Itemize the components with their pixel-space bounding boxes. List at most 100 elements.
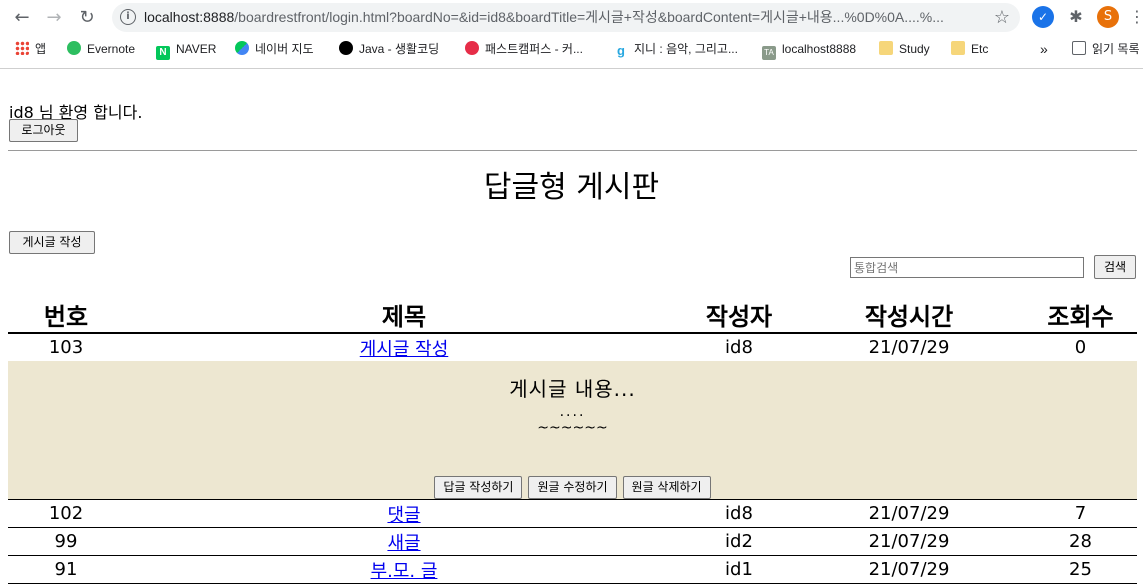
bookmark-label: 패스트캠퍼스 - 커... bbox=[485, 42, 583, 56]
bookmark-label: Java - 생활코딩 bbox=[359, 42, 440, 56]
browser-toolbar: ← → ↻ i localhost:8888/boardrestfront/lo… bbox=[0, 0, 1143, 36]
profile-avatar[interactable]: S bbox=[1097, 6, 1119, 28]
post-author: id2 bbox=[684, 527, 794, 556]
post-detail-row: 게시글 내용... .... ~~~~~~ 답글 작성하기 원글 수정하기 원글… bbox=[8, 361, 1137, 500]
bookmark-folder-study[interactable]: Study bbox=[879, 40, 930, 58]
extensions-puzzle-icon[interactable]: ✱ bbox=[1065, 6, 1087, 28]
naver-icon: N bbox=[156, 46, 170, 60]
column-header-views: 조회수 bbox=[1024, 296, 1137, 334]
post-views: 0 bbox=[1074, 337, 1087, 358]
evernote-icon bbox=[67, 41, 81, 55]
post-detail-cell: 게시글 내용... .... ~~~~~~ 답글 작성하기 원글 수정하기 원글… bbox=[8, 361, 1137, 500]
reload-icon[interactable]: ↻ bbox=[75, 6, 99, 30]
post-no: 103 bbox=[48, 337, 84, 358]
column-header-title: 제목 bbox=[124, 296, 684, 334]
post-title-cell: 부.모. 글 bbox=[124, 555, 684, 584]
folder-icon bbox=[879, 41, 893, 55]
back-arrow-icon[interactable]: ← bbox=[10, 6, 34, 30]
post-views: 28 bbox=[1024, 527, 1137, 556]
post-time: 21/07/29 bbox=[794, 499, 1024, 528]
edit-post-button[interactable]: 원글 수정하기 bbox=[528, 476, 617, 499]
post-time: 21/07/29 bbox=[868, 337, 950, 358]
bookmark-localhost[interactable]: TA localhost8888 bbox=[762, 40, 857, 60]
table-row: 91 부.모. 글 id1 21/07/29 25 bbox=[8, 555, 1137, 584]
menu-dots-icon[interactable]: ⋮ bbox=[1126, 6, 1143, 28]
column-header-no: 번호 bbox=[8, 296, 124, 334]
bookmarks-overflow-button[interactable]: » bbox=[1040, 40, 1048, 58]
post-content-line: .... bbox=[559, 404, 586, 420]
search-input[interactable] bbox=[850, 257, 1084, 278]
table-row: 103 게시글 작성 id8 21/07/29 0 bbox=[8, 333, 1137, 361]
bookmark-label: Study bbox=[899, 42, 930, 56]
bookmark-folder-etc[interactable]: Etc bbox=[951, 40, 988, 58]
page-title: 답글형 게시판 bbox=[483, 170, 660, 205]
localhost-icon: TA bbox=[762, 46, 776, 60]
bookmark-java[interactable]: Java - 생활코딩 bbox=[339, 40, 439, 58]
post-title-link[interactable]: 부.모. 글 bbox=[371, 561, 438, 582]
post-views: 25 bbox=[1024, 555, 1137, 584]
bookmark-naver[interactable]: N NAVER bbox=[156, 40, 217, 60]
reading-list-icon bbox=[1072, 41, 1086, 55]
bookmark-label: localhost8888 bbox=[782, 42, 857, 56]
post-content-line: 게시글 내용... bbox=[509, 377, 636, 401]
forward-arrow-icon[interactable]: → bbox=[42, 6, 66, 30]
reading-list-label: 읽기 목록 bbox=[1092, 42, 1140, 56]
post-time: 21/07/29 bbox=[794, 527, 1024, 556]
post-title-cell: 댓글 bbox=[124, 499, 684, 528]
post-no: 99 bbox=[8, 527, 124, 556]
bookmark-label: 지니 : 음악, 그리고... bbox=[634, 42, 738, 56]
folder-icon bbox=[951, 41, 965, 55]
divider bbox=[8, 150, 1137, 151]
table-header-row: 번호 제목 작성자 작성시간 조회수 bbox=[8, 296, 1137, 334]
bookmark-fastcampus[interactable]: 패스트캠퍼스 - 커... bbox=[465, 40, 583, 58]
bookmark-naver-map[interactable]: 네이버 지도 bbox=[235, 40, 314, 58]
search-button[interactable]: 검색 bbox=[1094, 255, 1136, 279]
post-action-bar: 답글 작성하기 원글 수정하기 원글 삭제하기 bbox=[8, 476, 1137, 499]
site-info-icon[interactable]: i bbox=[120, 9, 136, 25]
extension-check-icon[interactable]: ✓ bbox=[1032, 6, 1054, 28]
delete-post-button[interactable]: 원글 삭제하기 bbox=[622, 476, 711, 499]
post-title-cell: 새글 bbox=[124, 527, 684, 556]
post-time: 21/07/29 bbox=[794, 555, 1024, 584]
post-title-link[interactable]: 댓글 bbox=[387, 505, 420, 526]
bookmark-apps[interactable]: 앱 bbox=[15, 40, 46, 58]
page-content: id8 님 환영 합니다. 로그아웃 답글형 게시판 게시글 작성 검색 번호 … bbox=[0, 68, 1143, 587]
post-no: 91 bbox=[8, 555, 124, 584]
bookmark-label: 앱 bbox=[35, 42, 47, 56]
post-author: id8 bbox=[725, 337, 753, 358]
post-content-line: ~~~~~~ bbox=[537, 420, 608, 436]
table-row: 99 새글 id2 21/07/29 28 bbox=[8, 527, 1137, 556]
bookmark-label: 네이버 지도 bbox=[255, 42, 314, 56]
naver-map-icon bbox=[235, 41, 249, 55]
reply-button[interactable]: 답글 작성하기 bbox=[434, 476, 523, 499]
apps-grid-icon bbox=[15, 41, 29, 55]
column-header-time: 작성시간 bbox=[794, 296, 1024, 334]
post-detail-panel: 게시글 내용... .... ~~~~~~ 답글 작성하기 원글 수정하기 원글… bbox=[8, 361, 1137, 499]
post-title-cell: 게시글 작성 bbox=[124, 333, 684, 361]
post-no: 102 bbox=[8, 499, 124, 528]
java-icon bbox=[339, 41, 353, 55]
browser-chrome: ← → ↻ i localhost:8888/boardrestfront/lo… bbox=[0, 0, 1143, 69]
post-title-link[interactable]: 새글 bbox=[387, 533, 420, 554]
logout-button[interactable]: 로그아웃 bbox=[9, 119, 78, 142]
bookmark-star-icon[interactable]: ☆ bbox=[994, 7, 1010, 28]
post-views: 7 bbox=[1024, 499, 1137, 528]
url-text[interactable]: localhost:8888/boardrestfront/login.html… bbox=[144, 9, 974, 26]
address-bar[interactable]: i localhost:8888/boardrestfront/login.ht… bbox=[112, 3, 1020, 32]
bookmark-label: Evernote bbox=[87, 42, 136, 56]
column-header-author: 작성자 bbox=[684, 296, 794, 334]
post-author: id1 bbox=[684, 555, 794, 584]
bookmark-genie[interactable]: g 지니 : 음악, 그리고... bbox=[614, 40, 738, 58]
post-title-link[interactable]: 게시글 작성 bbox=[360, 339, 449, 360]
bookmark-evernote[interactable]: Evernote bbox=[67, 40, 135, 58]
bookmark-label: Etc bbox=[971, 42, 989, 56]
url-path: /boardrestfront/login.html?boardNo=&id=i… bbox=[234, 9, 944, 25]
bookmarks-bar: 앱 Evernote N NAVER 네이버 지도 Java - 생활코딩 패스트… bbox=[0, 36, 1143, 62]
write-post-button[interactable]: 게시글 작성 bbox=[9, 231, 95, 254]
table-row: 102 댓글 id8 21/07/29 7 bbox=[8, 499, 1137, 528]
bookmark-label: NAVER bbox=[176, 42, 217, 56]
reading-list-button[interactable]: 읽기 목록 bbox=[1072, 40, 1140, 58]
board-table: 번호 제목 작성자 작성시간 조회수 103 게시글 작성 id8 21/07/… bbox=[8, 296, 1137, 584]
fastcampus-icon bbox=[465, 41, 479, 55]
post-author: id8 bbox=[684, 499, 794, 528]
